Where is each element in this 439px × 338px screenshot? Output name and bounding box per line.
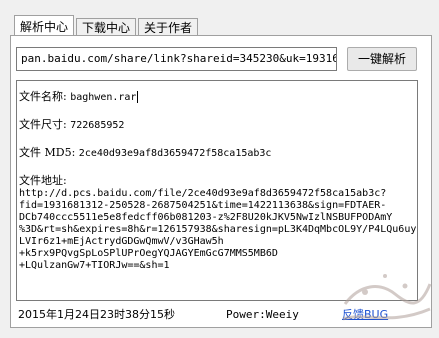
file-url-label: 文件地址: [19, 174, 67, 187]
watermark-logo-icon [342, 274, 432, 321]
text-cursor [137, 91, 139, 103]
file-md5-label: 文件 MD5: [19, 146, 76, 159]
tab-download-center[interactable]: 下载中心 [76, 18, 137, 36]
tab-parse-center[interactable]: 解析中心 [14, 15, 75, 37]
file-size-value: 722685952 [70, 120, 125, 131]
share-url-input[interactable]: pan.baidu.com/share/link?shareid=345230&… [16, 47, 337, 71]
file-name-value: baghwen.rar [70, 92, 137, 103]
file-name-label: 文件名称: [19, 90, 67, 103]
status-power: Power:Weeiy [226, 308, 299, 321]
file-url-line: %3D&rt=sh&expires=8h&r=126157938&sharesi… [19, 224, 417, 235]
file-md5-value: 2ce40d93e9af8d3659472f58ca15ab3c [78, 148, 272, 159]
file-size-label: 文件尺寸: [19, 118, 67, 131]
file-url-line: http://d.pcs.baidu.com/file/2ce40d93e9af… [19, 188, 387, 199]
file-url-line: DCb740ccc5511e5e8fedcff06b081203-z%2F8U2… [19, 212, 393, 223]
file-url-line: +k5rx9PQvgSpLoSPlUPrOegYQJAGYEmGcG7MMS5M… [19, 248, 278, 259]
file-size-row: 文件尺寸: 722685952 [19, 117, 415, 133]
parse-button[interactable]: 一键解析 [347, 47, 417, 71]
file-url-line: LVIr6z1+mEjActrydGDGwQmwV/v3GHaw5h [19, 236, 224, 247]
file-url-line: fid=1931681312-250528-2687504251&time=14… [19, 200, 387, 211]
tab-about-author[interactable]: 关于作者 [138, 18, 199, 36]
file-name-row: 文件名称: baghwen.rar [19, 89, 415, 105]
file-md5-row: 文件 MD5: 2ce40d93e9af8d3659472f58ca15ab3c [19, 145, 415, 161]
tab-strip: 解析中心 下载中心 关于作者 [14, 14, 200, 37]
status-datetime: 2015年1月24日23时38分15秒 [18, 308, 175, 321]
